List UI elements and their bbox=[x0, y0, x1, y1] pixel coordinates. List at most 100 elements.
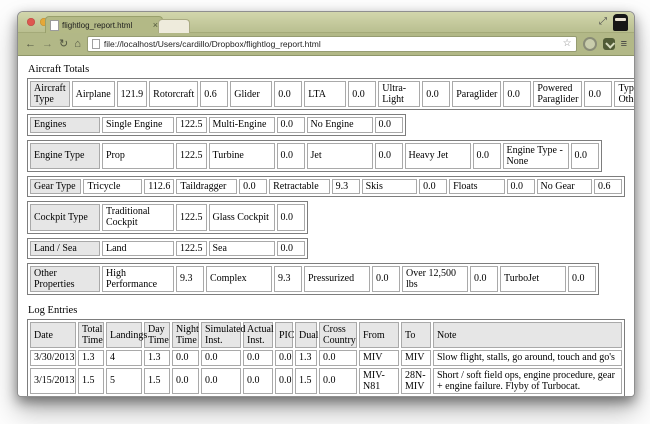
page-icon bbox=[91, 39, 100, 49]
total-name-cell: Multi-Engine bbox=[208, 117, 275, 133]
total-name-cell: Rotorcraft bbox=[149, 81, 199, 108]
total-value-cell: 0.0 bbox=[506, 178, 535, 195]
total-name-cell: TurboJet bbox=[500, 265, 566, 293]
log-cell: 1.3 bbox=[144, 350, 170, 366]
log-cell: 1.4 bbox=[275, 396, 293, 397]
table-row: Engine Type Prop 122.5 Turbine 0.0 Jet 0.0 Heav… bbox=[30, 142, 599, 169]
aircraft-total-row: Other Properties High Performance 9.3 Compl… bbox=[27, 262, 599, 296]
total-name-cell: No Gear bbox=[536, 178, 592, 195]
total-name-cell: Single Engine bbox=[102, 117, 174, 133]
log-cell: 3/30/2013 bbox=[30, 350, 76, 366]
fullscreen-icon[interactable]: ⤢ bbox=[599, 13, 607, 31]
log-cell: 1.5 bbox=[295, 367, 317, 394]
total-name-cell: Type - Other bbox=[614, 81, 634, 108]
log-cell: 1.4 bbox=[78, 396, 104, 397]
bookmark-star-icon[interactable]: ☆ bbox=[563, 39, 572, 49]
column-header: Note bbox=[433, 322, 622, 349]
total-value-cell: 122.5 bbox=[176, 240, 207, 256]
address-bar[interactable]: file://localhost/Users/cardillo/Dropbox/… bbox=[86, 36, 577, 52]
aircraft-total-row: Land / Sea Land 122.5 Sea 0.0 bbox=[27, 237, 308, 259]
log-entry-row: 3/30/2013 1.3 4 1.3 0.0 0.0 0.0 0.0 1.3 0.0 MIV MIV… bbox=[30, 350, 622, 366]
total-value-cell: 0.0 bbox=[570, 142, 599, 169]
log-cell: 0.0 bbox=[275, 350, 293, 366]
table-row: Gear Type Tricycle 112.6 Taildragger 0.0 Retr… bbox=[30, 178, 622, 195]
column-header: Dual bbox=[295, 322, 318, 349]
aircraft-total-row: Engine Type Prop 122.5 Turbine 0.0 Jet 0.0 Heav… bbox=[27, 139, 602, 172]
forward-icon[interactable]: → bbox=[42, 38, 53, 50]
log-cell: 0.0 bbox=[319, 367, 357, 394]
total-name-cell: Complex bbox=[206, 265, 272, 293]
close-window-button[interactable] bbox=[27, 18, 35, 26]
total-value-cell: 121.9 bbox=[116, 81, 148, 108]
aircraft-total-row: Aircraft Type Airplane 121.9 Rotorcraft 0.6 G… bbox=[27, 78, 634, 111]
aircraft-totals-tables: Aircraft Type Airplane 121.9 Rotorcraft 0.6 G… bbox=[27, 78, 634, 296]
category-label: Engine Type bbox=[30, 142, 100, 169]
total-name-cell: Ultra-Light bbox=[378, 81, 421, 108]
total-value-cell: 0.0 bbox=[372, 265, 400, 293]
address-url[interactable]: file://localhost/Users/cardillo/Dropbox/… bbox=[104, 39, 559, 49]
table-row: Other Properties High Performance 9.3 Compl… bbox=[30, 265, 596, 293]
table-row: Land / Sea Land 122.5 Sea 0.0 bbox=[30, 240, 305, 256]
log-cell: 1.5 bbox=[78, 367, 104, 394]
total-value-cell: 0.0 bbox=[276, 117, 305, 133]
log-entry-row: 3/15/2013 1.5 5 1.5 0.0 0.0 0.0 0.0 1.5 0.0 MIV-N8… bbox=[30, 367, 622, 394]
log-cell: 0.0 bbox=[319, 396, 357, 397]
total-name-cell: Taildragger bbox=[176, 178, 238, 195]
column-header: Landings bbox=[106, 322, 147, 349]
log-cell: 3/9/2013 bbox=[30, 396, 76, 397]
menu-icon[interactable]: ≡ bbox=[621, 38, 627, 50]
log-cell: 28N-MIV bbox=[401, 367, 431, 394]
log-cell: 0.0 bbox=[243, 350, 273, 366]
total-value-cell: 9.3 bbox=[331, 178, 360, 195]
log-cell: 0.0 bbox=[172, 367, 199, 394]
log-header-row: Date Total Time Landings Day Time Night Time… bbox=[30, 322, 622, 349]
category-label: Cockpit Type bbox=[30, 204, 100, 231]
total-value-cell: 0.0 bbox=[374, 142, 403, 169]
ninja-icon bbox=[613, 13, 628, 31]
category-label: Land / Sea bbox=[30, 240, 100, 256]
back-icon[interactable]: ← bbox=[25, 38, 36, 50]
reload-icon[interactable]: ↻ bbox=[59, 38, 68, 50]
category-label: Engines bbox=[30, 117, 100, 133]
total-value-cell: 0.0 bbox=[276, 204, 305, 231]
total-value-cell: 9.3 bbox=[176, 265, 204, 293]
log-cell: Slow flight, stalls, go around, touch an… bbox=[433, 350, 622, 366]
total-name-cell: Turbine bbox=[208, 142, 275, 169]
log-cell: 0.0 bbox=[201, 350, 241, 366]
log-cell: MIV bbox=[359, 350, 399, 366]
log-cell: 0.0 bbox=[243, 396, 273, 397]
log-cell: MIV bbox=[401, 350, 431, 366]
log-entry-row: 3/9/20131.421.40.00.00.01.40.00.0MIV-N14… bbox=[30, 396, 622, 397]
shield-chevron-icon[interactable] bbox=[602, 38, 615, 50]
log-entries-table: Date Total Time Landings Day Time Night Time… bbox=[27, 319, 625, 397]
log-cell: MIV bbox=[401, 396, 431, 397]
extension-circle-icon[interactable] bbox=[582, 37, 597, 51]
home-icon[interactable]: ⌂ bbox=[74, 38, 81, 50]
page-content: Aircraft Totals Aircraft Type Airplane 121… bbox=[18, 56, 634, 397]
log-cell: 0.0 bbox=[172, 396, 199, 397]
total-name-cell: Floats bbox=[449, 178, 505, 195]
log-cell: 0.0 bbox=[319, 350, 357, 366]
total-value-cell: 0.0 bbox=[472, 142, 501, 169]
log-cell: 1.4 bbox=[144, 396, 170, 397]
category-label: Aircraft Type bbox=[30, 81, 70, 108]
log-cell: 4 bbox=[106, 350, 142, 366]
log-cell: 0.0 bbox=[201, 396, 241, 397]
column-header: To bbox=[401, 322, 431, 349]
total-value-cell: 0.0 bbox=[276, 142, 305, 169]
total-value-cell: 122.5 bbox=[176, 142, 207, 169]
total-name-cell: Retractable bbox=[269, 178, 330, 195]
log-cell: Lunch @ Flying W with Yasmin. bbox=[433, 396, 622, 397]
new-tab-button[interactable] bbox=[158, 19, 190, 33]
total-value-cell: 0.0 bbox=[568, 265, 596, 293]
log-cell: 0.0 bbox=[243, 367, 273, 394]
tab-flightlog-report[interactable]: flightlog_report.html × bbox=[45, 16, 163, 33]
aircraft-total-row: Gear Type Tricycle 112.6 Taildragger 0.0 Retr… bbox=[27, 175, 625, 198]
total-name-cell: Land bbox=[102, 240, 174, 256]
total-name-cell: Tricycle bbox=[83, 178, 143, 195]
log-cell: 0.0 bbox=[201, 367, 241, 394]
column-header: PIC bbox=[275, 322, 295, 349]
column-header: Night Time bbox=[172, 322, 199, 349]
category-label: Other Properties bbox=[30, 265, 100, 293]
total-value-cell: 9.3 bbox=[274, 265, 302, 293]
